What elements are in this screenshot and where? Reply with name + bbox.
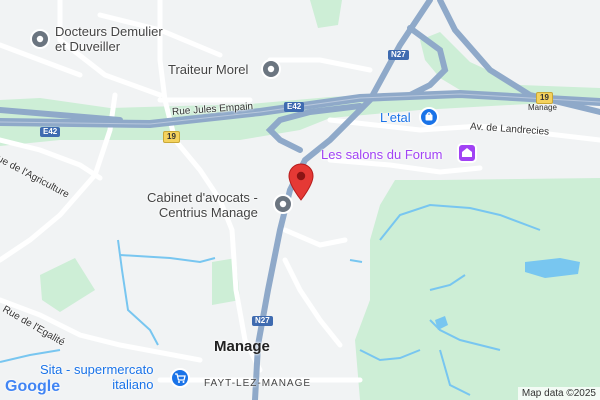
shopping-bag-icon[interactable] xyxy=(419,107,439,132)
poi-docteurs-line2: et Duveiller xyxy=(55,39,121,54)
poi-salons-label[interactable]: Les salons du Forum xyxy=(321,147,442,162)
map-canvas[interactable]: Docteurs Demulier et Duveiller Traiteur … xyxy=(0,0,600,400)
poi-cabinet-line2: Centrius Manage xyxy=(158,205,258,220)
poi-docteurs-line1: Docteurs Demulier xyxy=(55,24,163,39)
google-logo-text: Google xyxy=(5,378,61,395)
n27-shield: N27 xyxy=(388,50,409,60)
forest-area xyxy=(355,178,600,400)
area-fayt-lez-manage-label: FAYT-LEZ-MANAGE xyxy=(204,378,312,389)
poi-cabinet-line1: Cabinet d'avocats - xyxy=(147,190,258,205)
location-pin-icon[interactable] xyxy=(286,163,316,206)
town-manage-label: Manage xyxy=(214,338,270,355)
e42-shield: E42 xyxy=(40,127,61,137)
n27-shield: N27 xyxy=(252,316,273,326)
shopping-cart-icon[interactable] xyxy=(170,368,190,393)
manage-exit-sign: Manage xyxy=(528,103,557,112)
poi-cabinet-label[interactable]: Cabinet d'avocats - Centrius Manage xyxy=(147,190,258,220)
event-venue-icon[interactable] xyxy=(457,143,477,168)
poi-letal-label[interactable]: L'etal xyxy=(380,110,411,125)
map-attribution[interactable]: Map data ©2025 xyxy=(517,387,600,400)
poi-docteurs-label[interactable]: Docteurs Demulier et Duveiller xyxy=(55,24,163,54)
poi-sita-line1: Sita - supermercato xyxy=(40,362,154,377)
route-19-shield: 19 xyxy=(163,131,180,143)
catering-icon[interactable] xyxy=(261,59,281,84)
google-logo[interactable]: Google xyxy=(5,378,60,396)
e42-shield: E42 xyxy=(284,102,305,112)
poi-traiteur-label[interactable]: Traiteur Morel xyxy=(168,62,248,77)
medical-icon[interactable] xyxy=(30,29,50,54)
